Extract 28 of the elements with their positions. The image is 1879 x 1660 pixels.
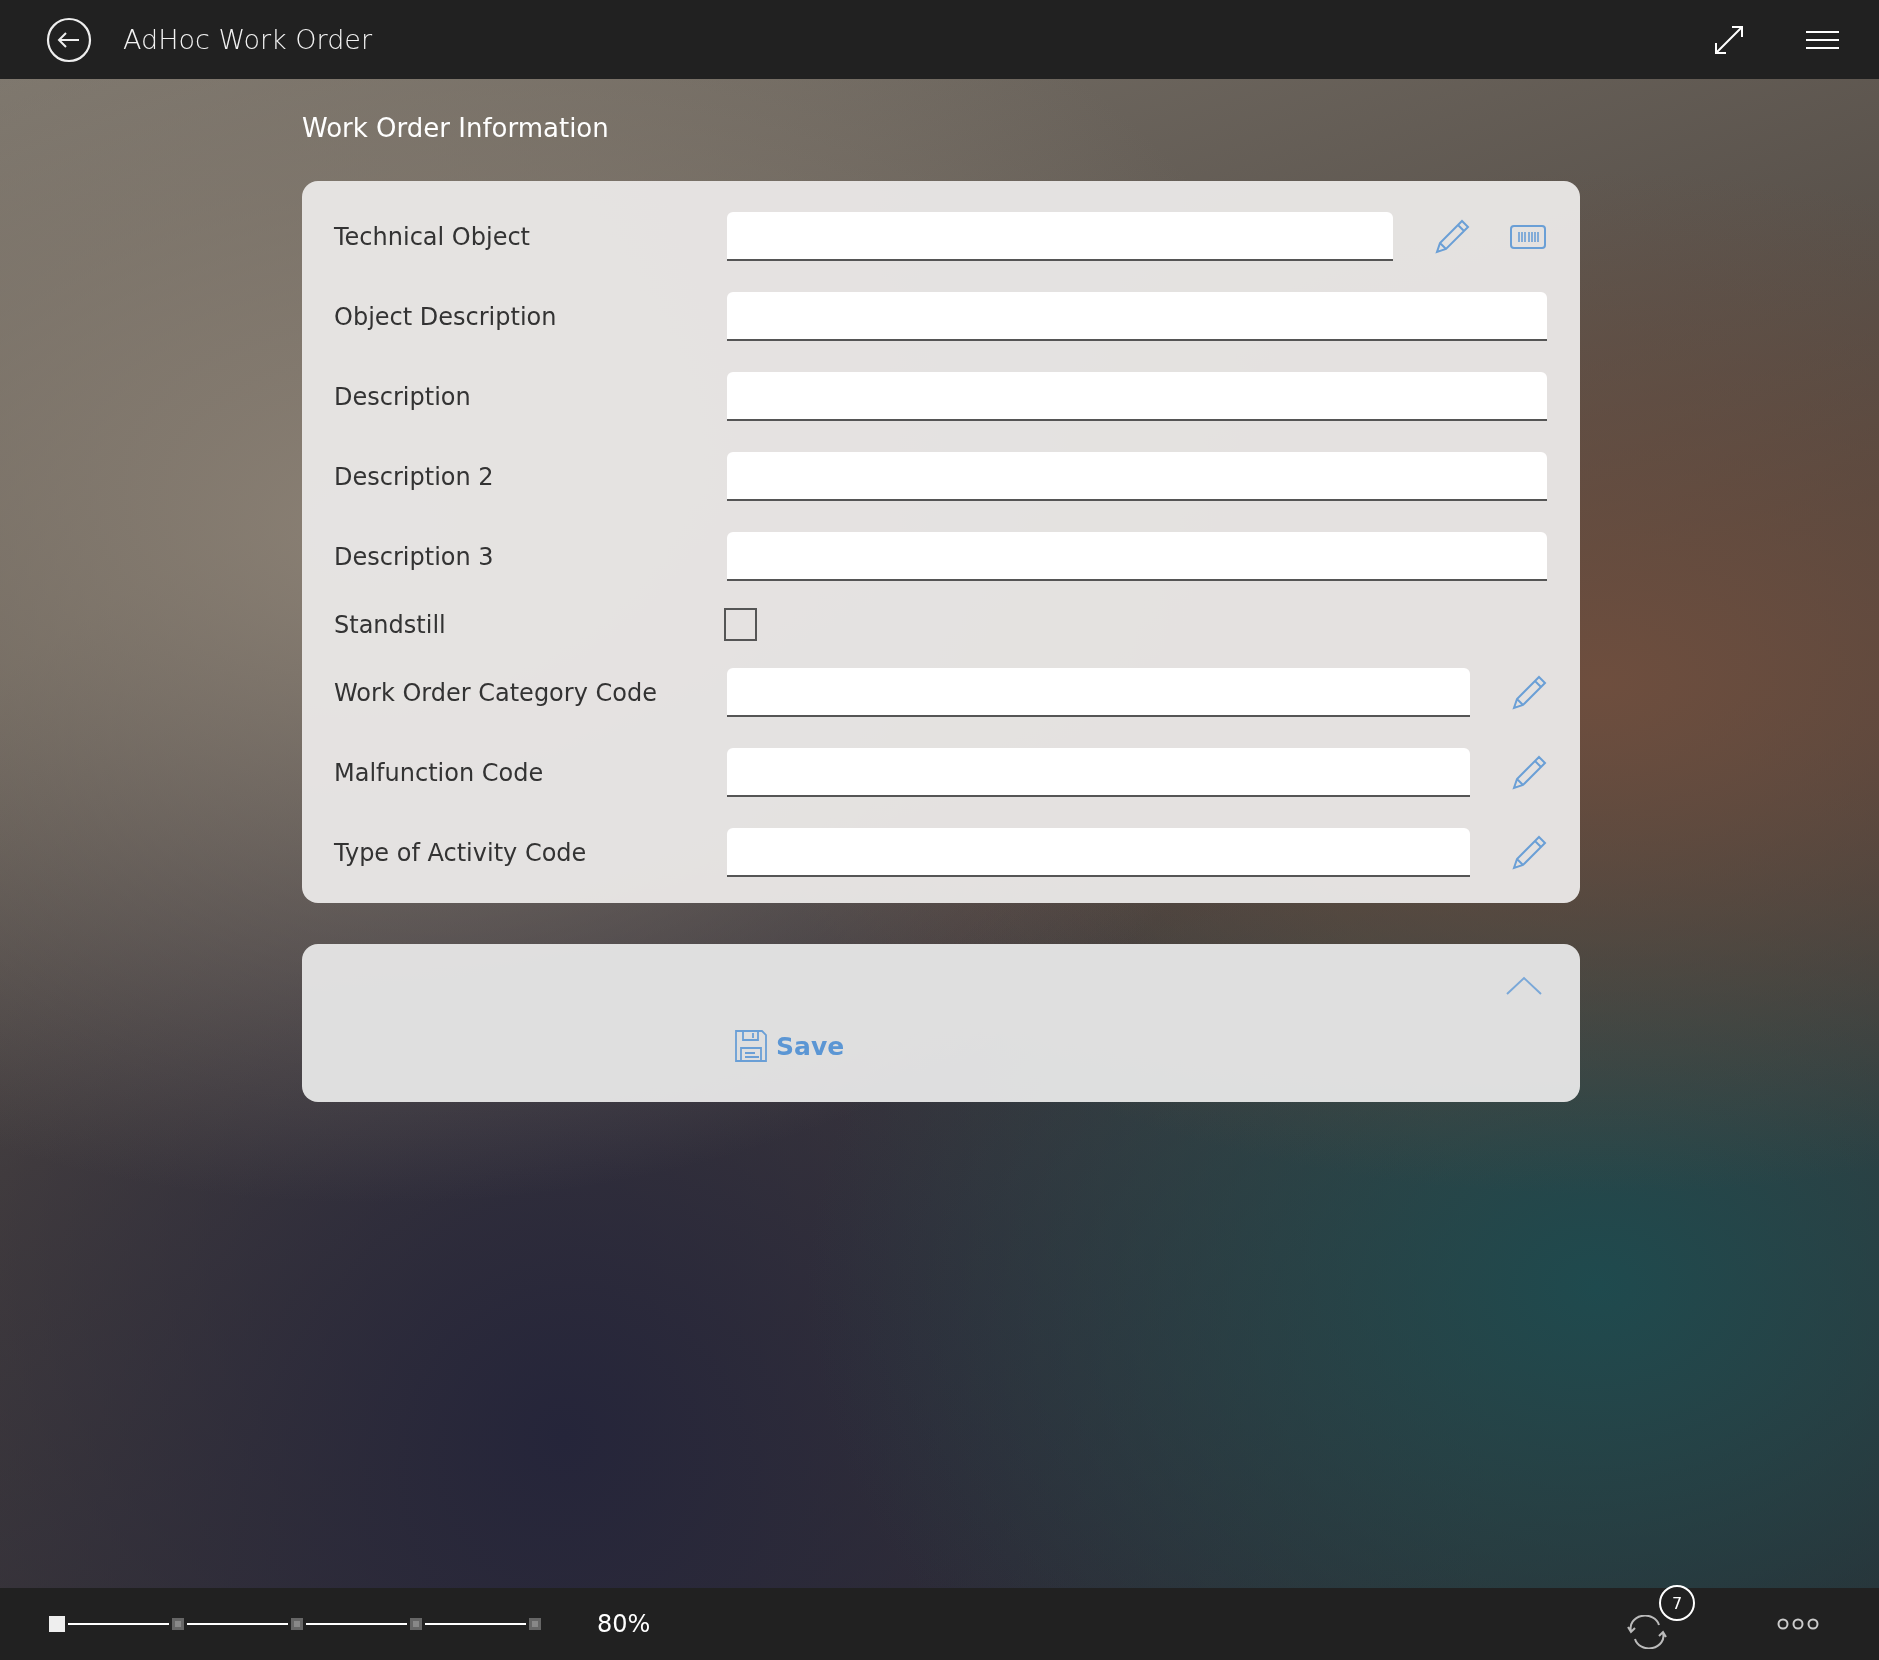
field-label: Description bbox=[334, 382, 472, 411]
field-label: Type of Activity Code bbox=[334, 838, 588, 867]
more-icon[interactable] bbox=[1777, 1617, 1819, 1631]
field-label: Technical Object bbox=[334, 222, 531, 251]
input-field[interactable] bbox=[727, 452, 1547, 501]
zoom-reading: 80% bbox=[597, 1610, 651, 1638]
input-field[interactable] bbox=[727, 372, 1547, 421]
field-label: Object Description bbox=[334, 302, 558, 331]
field-label: Description 2 bbox=[334, 462, 495, 491]
input-field[interactable] bbox=[727, 292, 1547, 341]
input-field[interactable] bbox=[727, 828, 1470, 877]
section-title: Work Order Information bbox=[302, 113, 610, 143]
checkbox[interactable] bbox=[724, 608, 757, 641]
field-label: Malfunction Code bbox=[334, 758, 545, 787]
field-label: Work Order Category Code bbox=[334, 678, 658, 707]
page-title: AdHoc Work Order bbox=[123, 24, 373, 55]
sync-icon[interactable] bbox=[1627, 1615, 1667, 1649]
field-label: Description 3 bbox=[334, 542, 495, 571]
input-field[interactable] bbox=[727, 532, 1547, 581]
field-label: Standstill bbox=[334, 610, 447, 639]
sync-count-badge: 7 bbox=[1659, 1585, 1695, 1621]
back-button[interactable] bbox=[46, 16, 92, 63]
input-field[interactable] bbox=[727, 748, 1470, 797]
save-button[interactable]: Save bbox=[734, 1029, 845, 1063]
input-field[interactable] bbox=[727, 212, 1393, 261]
expand-icon[interactable] bbox=[1714, 24, 1744, 55]
input-field[interactable] bbox=[727, 668, 1470, 717]
menu-icon[interactable] bbox=[1806, 29, 1839, 50]
